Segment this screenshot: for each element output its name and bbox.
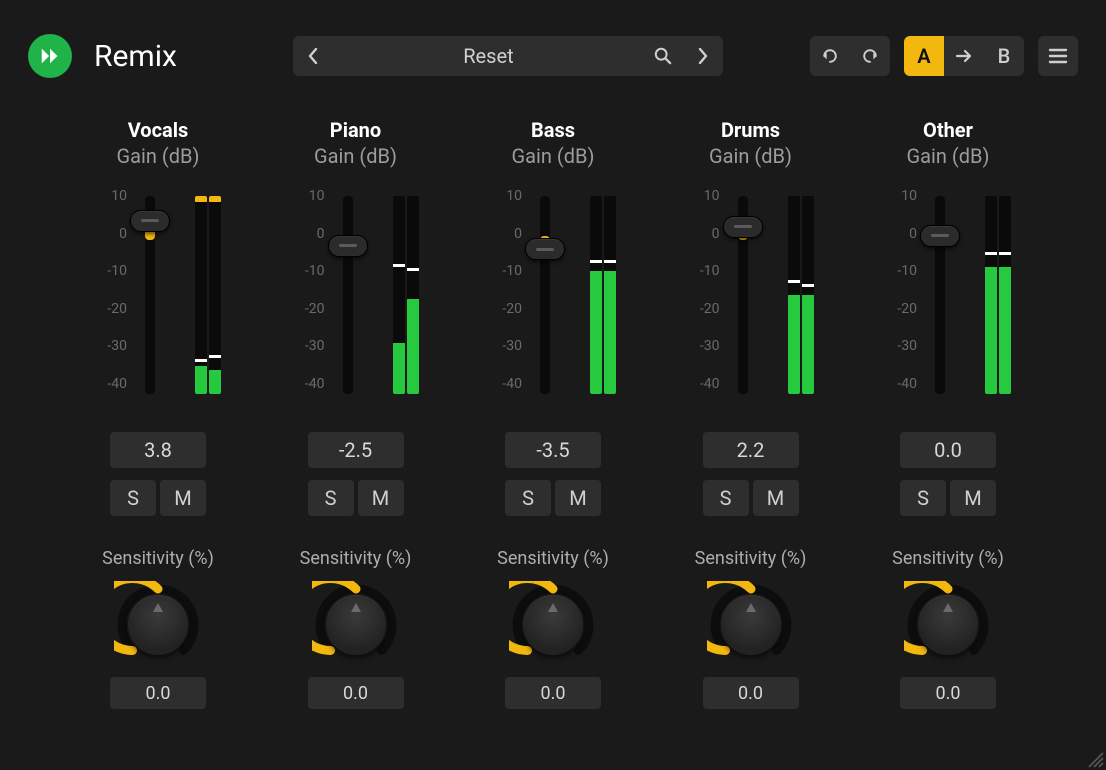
chevron-right-icon <box>697 48 709 64</box>
channel-name: Piano <box>330 118 381 142</box>
sensitivity-label: Sensitivity (%) <box>892 548 1004 569</box>
preset-search-button[interactable] <box>643 36 683 76</box>
sensitivity-label: Sensitivity (%) <box>102 548 214 569</box>
level-meter <box>590 196 616 394</box>
channel-strip: Drums Gain (dB) 100-10-20-30-40 <box>665 118 837 709</box>
redo-button[interactable] <box>850 36 890 76</box>
sensitivity-readout[interactable]: 0.0 <box>110 677 206 709</box>
level-meter <box>985 196 1011 394</box>
preset-next-button[interactable] <box>683 36 723 76</box>
channel-name: Bass <box>531 118 575 142</box>
knob-pointer-icon <box>547 603 559 613</box>
gain-fader-area: 100-10-20-30-40 <box>490 190 616 400</box>
sensitivity-knob[interactable] <box>114 581 202 669</box>
sensitivity-knob[interactable] <box>904 581 992 669</box>
ab-compare-group: A B <box>904 36 1024 76</box>
knob-pointer-icon <box>152 603 164 613</box>
channel-gain-label: Gain (dB) <box>709 144 792 168</box>
undo-icon <box>820 46 840 66</box>
channel-gain-label: Gain (dB) <box>314 144 397 168</box>
gain-scale-ticks: 100-10-20-30-40 <box>95 190 127 390</box>
sensitivity-label: Sensitivity (%) <box>695 548 807 569</box>
mute-button[interactable]: M <box>160 480 206 516</box>
channel-name: Vocals <box>128 118 189 142</box>
arrow-right-icon <box>955 49 973 63</box>
main-menu-button[interactable] <box>1038 36 1078 76</box>
level-meter <box>788 196 814 394</box>
sensitivity-label: Sensitivity (%) <box>497 548 609 569</box>
chevron-left-icon <box>307 48 319 64</box>
knob-pointer-icon <box>942 603 954 613</box>
resize-handle-icon[interactable] <box>1088 752 1104 768</box>
channel-name: Drums <box>721 118 780 142</box>
sensitivity-readout[interactable]: 0.0 <box>900 677 996 709</box>
gain-fader-area: 100-10-20-30-40 <box>885 190 1011 400</box>
mute-button[interactable]: M <box>555 480 601 516</box>
redo-icon <box>860 46 880 66</box>
mute-button[interactable]: M <box>358 480 404 516</box>
channel-gain-label: Gain (dB) <box>512 144 595 168</box>
gain-scale-ticks: 100-10-20-30-40 <box>490 190 522 390</box>
sensitivity-readout[interactable]: 0.0 <box>505 677 601 709</box>
preset-nav: Reset <box>293 36 723 76</box>
gain-scale-ticks: 100-10-20-30-40 <box>293 190 325 390</box>
channel-gain-label: Gain (dB) <box>907 144 990 168</box>
mute-button[interactable]: M <box>753 480 799 516</box>
gain-fader-track[interactable] <box>540 196 550 394</box>
gain-readout[interactable]: 3.8 <box>110 432 206 468</box>
gain-scale-ticks: 100-10-20-30-40 <box>688 190 720 390</box>
ab-slot-b-button[interactable]: B <box>984 36 1024 76</box>
preset-name-display[interactable]: Reset <box>333 36 643 76</box>
solo-button[interactable]: S <box>900 480 946 516</box>
preset-prev-button[interactable] <box>293 36 333 76</box>
app-title: Remix <box>94 39 177 74</box>
hamburger-icon <box>1048 48 1068 64</box>
solo-button[interactable]: S <box>308 480 354 516</box>
sensitivity-readout[interactable]: 0.0 <box>308 677 404 709</box>
sensitivity-label: Sensitivity (%) <box>300 548 412 569</box>
level-meter <box>393 196 419 394</box>
gain-fader-area: 100-10-20-30-40 <box>688 190 814 400</box>
gain-fader-thumb[interactable] <box>723 216 763 238</box>
channel-gain-label: Gain (dB) <box>117 144 200 168</box>
channel-name: Other <box>923 118 973 142</box>
channel-strip: Bass Gain (dB) 100-10-20-30-40 <box>467 118 639 709</box>
history-group <box>810 36 890 76</box>
gain-fader-area: 100-10-20-30-40 <box>293 190 419 400</box>
gain-readout[interactable]: 0.0 <box>900 432 996 468</box>
ab-slot-a-button[interactable]: A <box>904 36 944 76</box>
search-icon <box>654 47 672 65</box>
gain-readout[interactable]: -3.5 <box>505 432 601 468</box>
sensitivity-knob[interactable] <box>707 581 795 669</box>
channel-strip: Other Gain (dB) 100-10-20-30-40 <box>862 118 1034 709</box>
undo-button[interactable] <box>810 36 850 76</box>
solo-button[interactable]: S <box>110 480 156 516</box>
gain-readout[interactable]: 2.2 <box>703 432 799 468</box>
gain-fader-thumb[interactable] <box>130 210 170 232</box>
sensitivity-knob[interactable] <box>312 581 400 669</box>
gain-scale-ticks: 100-10-20-30-40 <box>885 190 917 390</box>
knob-pointer-icon <box>745 603 757 613</box>
gain-fader-track[interactable] <box>343 196 353 394</box>
mute-button[interactable]: M <box>950 480 996 516</box>
sensitivity-readout[interactable]: 0.0 <box>703 677 799 709</box>
gain-fader-thumb[interactable] <box>525 238 565 260</box>
level-meter <box>195 196 221 394</box>
solo-button[interactable]: S <box>703 480 749 516</box>
channel-strip: Vocals Gain (dB) 100-10-20-30-40 <box>72 118 244 709</box>
app-logo[interactable] <box>28 34 72 78</box>
knob-pointer-icon <box>350 603 362 613</box>
solo-button[interactable]: S <box>505 480 551 516</box>
gain-readout[interactable]: -2.5 <box>308 432 404 468</box>
channel-strip: Piano Gain (dB) 100-10-20-30-40 <box>270 118 442 709</box>
gain-fader-thumb[interactable] <box>920 225 960 247</box>
gain-fader-thumb[interactable] <box>328 235 368 257</box>
ab-copy-button[interactable] <box>944 36 984 76</box>
sensitivity-knob[interactable] <box>509 581 597 669</box>
play-forward-icon <box>39 45 61 67</box>
gain-fader-area: 100-10-20-30-40 <box>95 190 221 400</box>
